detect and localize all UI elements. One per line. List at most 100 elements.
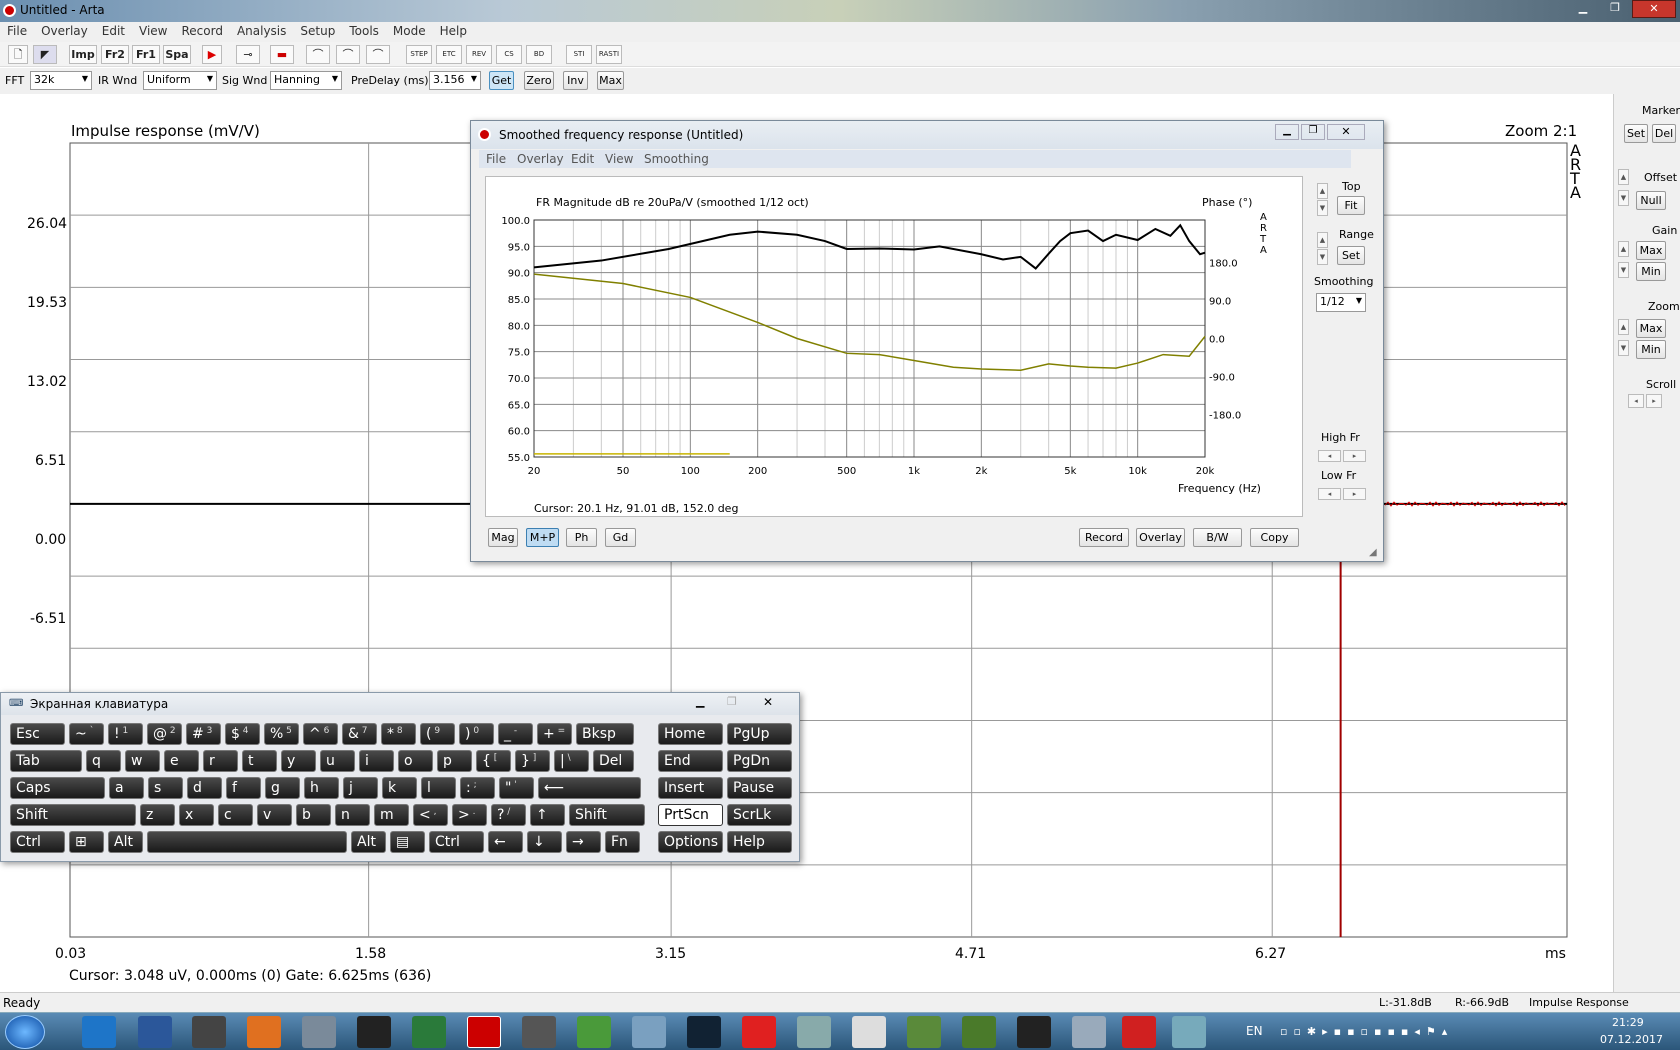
close-button[interactable]: ✕ — [1632, 0, 1676, 18]
fr-maximize-button[interactable]: ❐ — [1301, 124, 1325, 140]
menu-help[interactable]: Help — [433, 22, 474, 40]
inv-button[interactable]: Inv — [563, 71, 588, 90]
fr-menu-view[interactable]: View — [605, 152, 633, 166]
key-f[interactable]: f — [226, 777, 261, 799]
minecraft2-taskbar-icon[interactable] — [962, 1016, 996, 1048]
flag-icon[interactable]: ▬ — [270, 45, 294, 64]
key-options[interactable]: Options — [658, 831, 723, 853]
key-d[interactable]: d — [187, 777, 222, 799]
key-symbol[interactable]: ↓ — [527, 831, 562, 853]
menu-view[interactable]: View — [132, 22, 174, 40]
key-symbol[interactable]: : ; — [460, 777, 495, 799]
paint-taskbar-icon[interactable] — [1172, 1016, 1206, 1048]
key-a[interactable]: a — [109, 777, 144, 799]
bw-button[interactable]: B/W — [1193, 528, 1242, 547]
fit-button[interactable]: Fit — [1337, 196, 1365, 215]
network-taskbar-icon[interactable] — [797, 1016, 831, 1048]
key-e[interactable]: e — [164, 750, 199, 772]
key-w[interactable]: w — [125, 750, 160, 772]
marker-set-button[interactable]: Set — [1624, 124, 1648, 143]
key-pgdn[interactable]: PgDn — [727, 750, 792, 772]
minecraft-taskbar-icon[interactable] — [907, 1016, 941, 1048]
menu-analysis[interactable]: Analysis — [230, 22, 293, 40]
range-spin-up-icon[interactable]: ▲ — [1317, 232, 1328, 248]
overlay-button[interactable]: Overlay — [1136, 528, 1185, 547]
fr-menu-smoothing[interactable]: Smoothing — [644, 152, 709, 166]
scope-taskbar-icon[interactable] — [687, 1016, 721, 1048]
key-shift[interactable]: Shift — [569, 804, 645, 826]
key-v[interactable]: v — [257, 804, 292, 826]
key-pgup[interactable]: PgUp — [727, 723, 792, 745]
record-play-icon[interactable]: ▶ — [202, 45, 222, 64]
key-m[interactable]: m — [374, 804, 409, 826]
fr-menu-edit[interactable]: Edit — [571, 152, 594, 166]
afr-graph-icon[interactable]: ⌒ — [336, 45, 360, 64]
clock-date[interactable]: 07.12.2017 — [1600, 1033, 1663, 1046]
key-symbol[interactable]: { [ — [476, 750, 511, 772]
high-fr-right-icon[interactable]: ▸ — [1343, 450, 1366, 462]
top-spin-down-icon[interactable]: ▼ — [1317, 200, 1328, 216]
key-scrlk[interactable]: ScrLk — [727, 804, 792, 826]
range-spin-down-icon[interactable]: ▼ — [1317, 249, 1328, 265]
key-prtscn[interactable]: PrtScn — [658, 804, 723, 826]
key-symbol[interactable]: ( 9 — [420, 723, 455, 745]
key-end[interactable]: End — [658, 750, 723, 772]
zero-button[interactable]: Zero — [524, 71, 554, 90]
menu-tools[interactable]: Tools — [342, 22, 386, 40]
menu-file[interactable]: File — [0, 22, 34, 40]
language-indicator[interactable]: EN — [1246, 1024, 1263, 1038]
key-c[interactable]: c — [218, 804, 253, 826]
key-ctrl[interactable]: Ctrl — [429, 831, 484, 853]
settings-taskbar-icon[interactable] — [247, 1016, 281, 1048]
key-home[interactable]: Home — [658, 723, 723, 745]
zoom-spin-up-icon[interactable]: ▲ — [1618, 319, 1629, 335]
key-esc[interactable]: Esc — [10, 723, 65, 745]
key-symbol[interactable]: & 7 — [342, 723, 377, 745]
key-symbol[interactable]: ) 0 — [459, 723, 494, 745]
aft-graph-icon[interactable]: ⌒ — [366, 45, 390, 64]
offset-spin-up-icon[interactable]: ▲ — [1618, 169, 1629, 185]
key-symbol[interactable]: ? / — [491, 804, 526, 826]
key-x[interactable]: x — [179, 804, 214, 826]
fr1-button[interactable]: Fr1 — [132, 45, 160, 64]
clock-time[interactable]: 21:29 — [1612, 1016, 1644, 1029]
chrome-taskbar-icon[interactable] — [577, 1016, 611, 1048]
range-set-button[interactable]: Set — [1337, 246, 1365, 265]
fr-graph-icon[interactable]: ⌒ — [306, 45, 330, 64]
max-button[interactable]: Max — [597, 71, 624, 90]
top-spin-up-icon[interactable]: ▲ — [1317, 183, 1328, 199]
gain-spin-up-icon[interactable]: ▲ — [1618, 241, 1629, 257]
key-s[interactable]: s — [148, 777, 183, 799]
key-symbol[interactable]: > . — [452, 804, 487, 826]
key-l[interactable]: l — [421, 777, 456, 799]
camera-taskbar-icon[interactable] — [192, 1016, 226, 1048]
key-alt[interactable]: Alt — [351, 831, 386, 853]
gain-max-button[interactable]: Max — [1636, 241, 1666, 260]
cursor-tool-icon[interactable]: ◤ — [33, 45, 57, 64]
key-symbol[interactable]: ⊞ — [69, 831, 104, 853]
media-taskbar-icon[interactable] — [1122, 1016, 1156, 1048]
sigwnd-select[interactable]: Hanning — [270, 71, 342, 90]
ph-button[interactable]: Ph — [566, 528, 597, 547]
resize-grip-icon[interactable]: ◢ — [1369, 547, 1381, 559]
keyboard-taskbar-icon[interactable] — [632, 1016, 666, 1048]
scroll-right-icon[interactable]: ▸ — [1646, 394, 1662, 408]
minimize-button[interactable]: ▁ — [1568, 0, 1598, 18]
high-fr-left-icon[interactable]: ◂ — [1318, 450, 1341, 462]
sti-button[interactable]: STI — [566, 45, 592, 64]
record-button[interactable]: Record — [1079, 528, 1129, 547]
generator-icon[interactable]: ⊸ — [236, 45, 260, 64]
key-y[interactable]: y — [281, 750, 316, 772]
step-button[interactable]: STEP — [406, 45, 432, 64]
key-b[interactable]: b — [296, 804, 331, 826]
key-symbol[interactable]: ← — [488, 831, 523, 853]
key-pause[interactable]: Pause — [727, 777, 792, 799]
low-fr-right-icon[interactable]: ▸ — [1343, 488, 1366, 500]
spectrum-taskbar-icon[interactable] — [412, 1016, 446, 1048]
key-del[interactable]: Del — [593, 750, 634, 772]
fr2-button[interactable]: Fr2 — [101, 45, 129, 64]
menu-record[interactable]: Record — [174, 22, 229, 40]
key-symbol[interactable]: _ - — [498, 723, 533, 745]
tool-taskbar-icon[interactable] — [1072, 1016, 1106, 1048]
fr-plot-area[interactable]: 20 50 100 200 500 1k 2k 5k 10k 20k 55.0 60.0 65.0 70.… — [485, 176, 1303, 517]
